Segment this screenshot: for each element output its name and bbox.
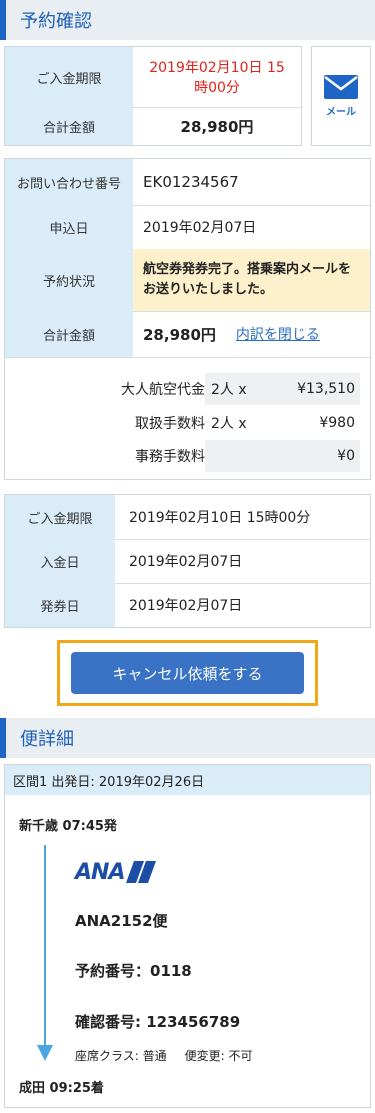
breakdown-item-amount: ¥980 [319,415,355,431]
ana-logo-text: ANA [75,859,125,885]
flight-number: ANA2152便 [75,912,168,930]
mail-button[interactable]: メール [311,46,371,146]
deadline-label: ご入金期限 [5,47,133,107]
breakdown-row: 大人航空代金 2人 x ¥13,510 [5,373,370,405]
arrival-text: 成田 09:25着 [19,1081,104,1096]
breakdown-row: 事務手数料 ¥0 [5,440,370,472]
breakdown-item-qty: 2人 x [211,416,247,432]
paid-date-value: 2019年02月07日 [129,554,243,570]
breakdown-item-amount: ¥13,510 [297,381,355,397]
breakdown-item-name: 大人航空代金 [121,382,205,398]
details-card: お問い合わせ番号 EK01234567 申込日 2019年02月07日 予約状況… [4,158,371,480]
breakdown-item-amount: ¥0 [337,448,355,464]
flight-card: 区間1 出発日: 2019年02月26日 新千歳 07:45発 ANA ANA2… [4,764,371,1108]
breakdown-toggle-link[interactable]: 内訳を閉じる [236,324,320,344]
apply-label: 申込日 [5,205,133,249]
confirmation-number: 確認番号: 123456789 [75,1013,241,1031]
summary-card: ご入金期限 2019年02月10日 15時00分 合計金額 28,980円 [4,46,302,146]
reservation-title-text: 予約確認 [20,11,92,32]
breakdown-item-qty: 2人 x [211,382,247,398]
flight-section-title: 便詳細 [0,718,375,758]
cancel-request-button[interactable]: キャンセル依頼をする [71,652,304,694]
total-label: 合計金額 [5,107,133,145]
details-total-label: 合計金額 [5,311,133,357]
segment-header: 区間1 出発日: 2019年02月26日 [5,765,370,795]
booking-number: 予約番号：0118 [75,962,192,980]
deadline-value: 2019年02月10日 15時00分 [149,60,285,96]
flight-title-text: 便詳細 [20,729,74,750]
inquiry-value: EK01234567 [143,173,239,191]
payment-deadline-value: 2019年02月10日 15時00分 [129,510,311,526]
seat-info: 座席クラス: 普通 便変更: 不可 [75,1047,252,1064]
total-value: 28,980円 [180,117,254,136]
breakdown-item-name: 取扱手数料 [135,416,205,432]
envelope-icon [324,74,358,99]
flight-change-policy: 便変更: 不可 [184,1049,253,1063]
cancel-button-focus-frame: キャンセル依頼をする [57,640,318,706]
apply-value: 2019年02月07日 [143,220,257,236]
details-total-value: 28,980円 [143,325,216,344]
status-value: 航空券発券完了。搭乗案内メールをお送りいたしました。 [133,249,370,311]
ana-logo: ANA [75,859,157,885]
ana-logo-stripes-icon [126,861,157,883]
mail-label: メール [326,106,356,118]
reservation-section-title: 予約確認 [0,0,375,40]
route-arrow-icon [37,845,53,1061]
payment-card: ご入金期限 2019年02月10日 15時00分 入金日 2019年02月07日… [4,494,371,628]
breakdown-table: 大人航空代金 2人 x ¥13,510 取扱手数料 2人 x ¥980 事務手数… [5,373,370,472]
seat-class: 座席クラス: 普通 [75,1049,167,1063]
issued-date-value: 2019年02月07日 [129,598,243,614]
paid-date-label: 入金日 [5,539,115,583]
departure-text: 新千歳 07:45発 [19,819,117,834]
breakdown-row: 取扱手数料 2人 x ¥980 [5,408,370,438]
inquiry-label: お問い合わせ番号 [5,159,133,205]
status-label: 予約状況 [5,249,133,311]
breakdown-item-name: 事務手数料 [135,449,205,465]
payment-deadline-label: ご入金期限 [5,495,115,539]
issued-date-label: 発券日 [5,583,115,627]
